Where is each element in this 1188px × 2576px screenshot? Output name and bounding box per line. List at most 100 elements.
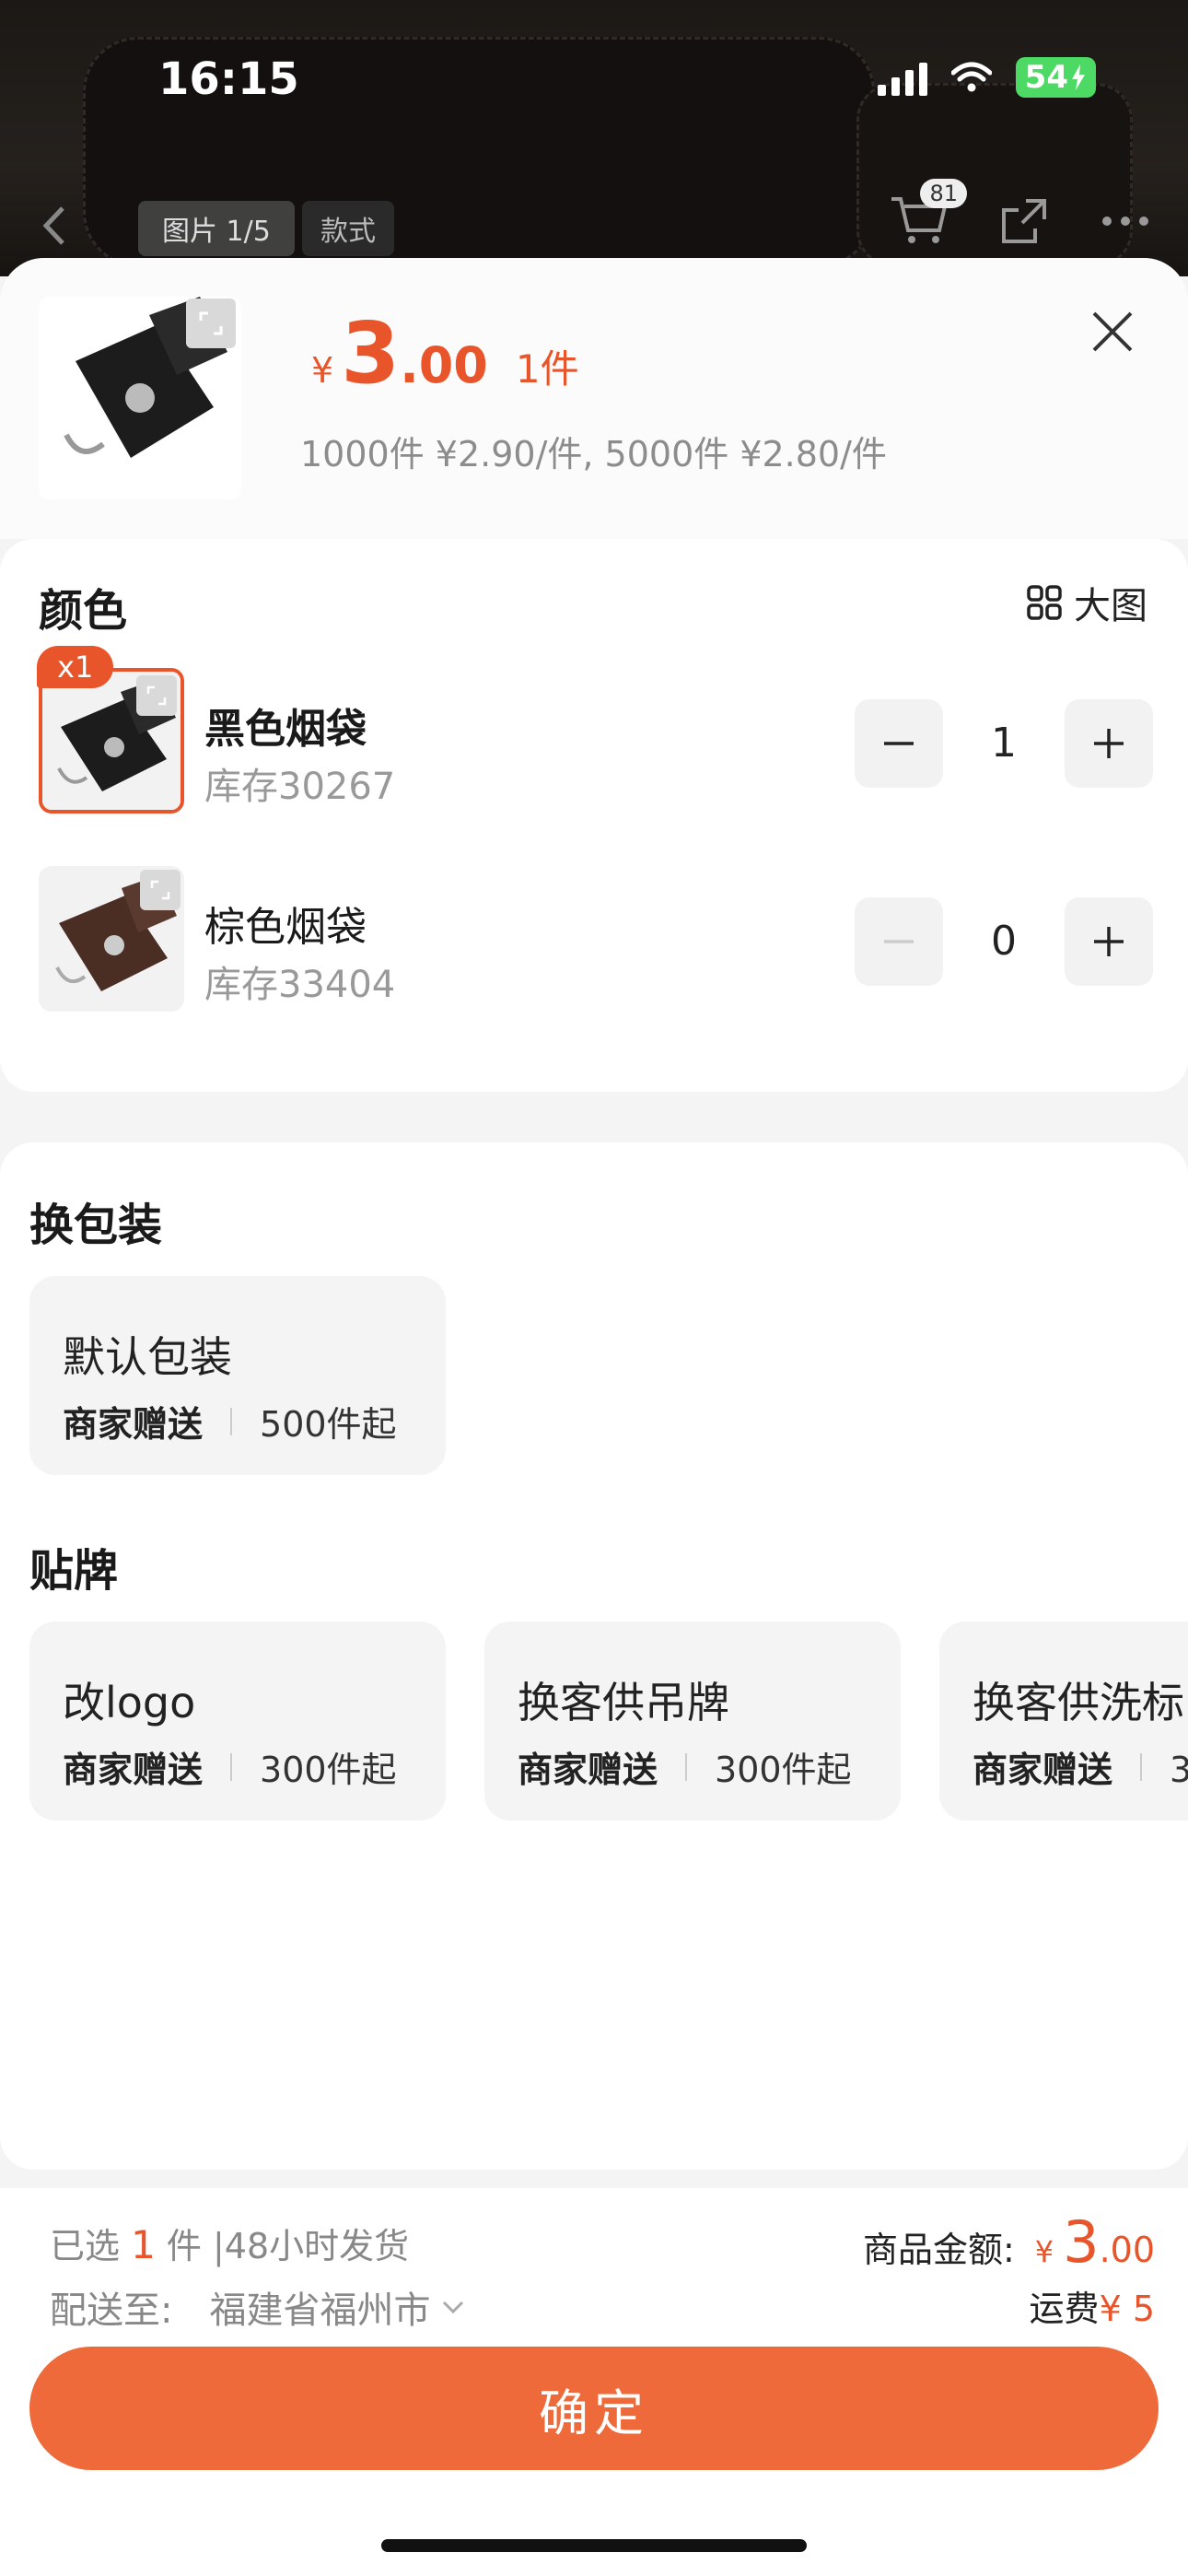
sku-stock: 库存33404: [204, 964, 396, 1006]
minus-icon: [884, 940, 914, 943]
freight: 运费¥ 5: [1030, 2280, 1155, 2331]
battery-indicator: 54: [1015, 57, 1096, 98]
freight-value: ¥ 5: [1099, 2289, 1155, 2329]
share-icon[interactable]: [998, 195, 1050, 247]
label-option-hangtag[interactable]: 换客供吊牌 商家赠送 300件起: [484, 1622, 901, 1821]
selected-qty-badge: x1: [37, 646, 114, 688]
plus-icon: [1094, 927, 1124, 956]
option-details: 商家赠送 300件起: [63, 1741, 397, 1792]
enlarge-icon[interactable]: [140, 870, 181, 910]
price-currency: ¥: [311, 350, 334, 391]
customization-section: 换包装 默认包装 商家赠送 500件起 贴牌 改logo 商家赠送 300件起 …: [0, 1142, 1188, 2170]
sku-row-brown: 棕色烟袋 库存33404 0: [39, 866, 1153, 1013]
freight-label: 运费: [1029, 2289, 1100, 2329]
option-details: 商家赠送 500件起: [63, 1396, 397, 1446]
option-moq: 300件起: [1170, 1750, 1188, 1790]
label-section-title: 贴牌: [29, 1545, 119, 1597]
increase-button[interactable]: [1065, 699, 1153, 788]
option-title: 换客供洗标: [973, 1678, 1184, 1727]
decrease-button-disabled[interactable]: [855, 897, 943, 986]
selected-count: 1: [131, 2222, 156, 2267]
divider: [230, 1407, 233, 1435]
product-top-nav: 图片 1/5 款式 81: [0, 179, 1188, 258]
option-moq: 300件起: [260, 1750, 397, 1790]
image-counter: 图片 1/5: [138, 201, 295, 256]
ship-to-label: 配送至:: [50, 2289, 173, 2332]
label-option-wash-label[interactable]: 换客供洗标 商家赠送 300件起: [939, 1622, 1188, 1821]
close-icon[interactable]: [1085, 304, 1140, 359]
status-time: 16:15: [158, 53, 299, 105]
amount-currency: ¥: [1034, 2234, 1054, 2269]
option-title: 改logo: [63, 1678, 196, 1727]
sku-name: 棕色烟袋: [204, 904, 367, 951]
label-option-logo[interactable]: 改logo 商家赠送 300件起: [29, 1622, 446, 1821]
divider: [685, 1752, 688, 1781]
option-moq: 300件起: [715, 1750, 852, 1790]
sku-thumbnail-black[interactable]: [39, 668, 184, 814]
plus-icon: [1094, 729, 1124, 758]
sku-thumbnail-brown[interactable]: [39, 866, 184, 1012]
amount-label: 商品金额:: [862, 2230, 1015, 2270]
option-gift-label: 商家赠送: [518, 1750, 658, 1790]
top-nav-actions: 81: [890, 179, 1151, 249]
quantity-value[interactable]: 0: [943, 897, 1065, 986]
style-tab[interactable]: 款式: [302, 201, 394, 256]
home-indicator[interactable]: [381, 2539, 807, 2552]
unit-price: ¥ 3 .00 1件: [311, 304, 579, 403]
quantity-stepper: 1: [855, 699, 1153, 788]
increase-button[interactable]: [1065, 897, 1153, 986]
sku-stock: 库存30267: [204, 766, 396, 808]
back-arrow-icon[interactable]: [37, 203, 74, 249]
selected-product-thumbnail[interactable]: [39, 297, 241, 499]
packaging-option-default[interactable]: 默认包装 商家赠送 500件起: [29, 1276, 446, 1475]
quantity-value[interactable]: 1: [943, 699, 1065, 788]
wifi-icon: [950, 62, 992, 92]
option-title: 默认包装: [63, 1332, 232, 1382]
amount-decimal: .00: [1099, 2230, 1155, 2270]
sku-name: 黑色烟袋: [204, 706, 367, 753]
big-image-label: 大图: [1074, 585, 1147, 627]
price-integer: 3: [341, 304, 401, 403]
big-image-toggle[interactable]: 大图: [1026, 576, 1147, 629]
selected-quantity: 1件: [515, 346, 579, 392]
price-decimal: .00: [400, 336, 488, 394]
packaging-options: 默认包装 商家赠送 500件起: [29, 1276, 446, 1475]
selection-summary: 已选 1 件 |48小时发货: [50, 2218, 409, 2268]
goods-amount: 商品金额: ¥ 3 .00: [863, 2208, 1155, 2276]
divider: [230, 1752, 233, 1781]
divider: [1140, 1752, 1143, 1781]
label-options: 改logo 商家赠送 300件起 换客供吊牌 商家赠送 300件起 换客供洗标 …: [29, 1622, 1188, 1821]
color-section: 颜色 大图 x1 黑色烟袋 库存30267 1 棕色烟袋 库存33404 0: [0, 539, 1188, 1092]
chevron-down-icon: [443, 2301, 464, 2314]
option-gift-label: 商家赠送: [63, 1750, 204, 1790]
cellular-signal-icon: [877, 59, 927, 96]
status-indicators: 54: [877, 57, 1096, 98]
minus-icon: [884, 742, 914, 745]
option-gift-label: 商家赠送: [63, 1404, 204, 1445]
packaging-section-title: 换包装: [29, 1200, 163, 1251]
checkout-footer: 已选 1 件 |48小时发货 配送至: 福建省福州市 商品金额: ¥ 3 .00…: [0, 2188, 1188, 2576]
screen: 16:15 54 图片 1/5 款式 81 ¥ 3 .00 1件 1000件 ¥…: [0, 0, 1188, 2576]
cart-button[interactable]: 81: [890, 179, 967, 249]
option-details: 商家赠送 300件起: [518, 1741, 852, 1792]
option-title: 换客供吊牌: [518, 1678, 729, 1727]
decrease-button[interactable]: [855, 699, 943, 788]
tier-pricing: 1000件 ¥2.90/件, 5000件 ¥2.80/件: [300, 434, 887, 474]
enlarge-icon[interactable]: [136, 675, 177, 716]
option-gift-label: 商家赠送: [973, 1750, 1113, 1790]
selected-suffix: 件 |48小时发货: [155, 2226, 410, 2266]
ship-to-city: 福建省福州市: [209, 2289, 431, 2332]
sku-row-black: x1 黑色烟袋 库存30267 1: [37, 646, 1153, 815]
battery-level: 54: [1024, 59, 1068, 96]
selected-prefix: 已选: [50, 2226, 132, 2266]
more-icon[interactable]: [1100, 212, 1151, 230]
confirm-button[interactable]: 确定: [29, 2347, 1159, 2470]
amount-integer: 3: [1063, 2208, 1100, 2276]
option-details: 商家赠送 300件起: [973, 1741, 1188, 1792]
enlarge-icon[interactable]: [186, 299, 236, 348]
sheet-header: ¥ 3 .00 1件 1000件 ¥2.90/件, 5000件 ¥2.80/件: [0, 258, 1188, 539]
cart-count-badge: 81: [920, 179, 967, 208]
charging-bolt-icon: [1072, 64, 1085, 90]
status-bar: 16:15 54: [0, 0, 1188, 157]
shipping-destination[interactable]: 配送至: 福建省福州市: [50, 2280, 467, 2334]
